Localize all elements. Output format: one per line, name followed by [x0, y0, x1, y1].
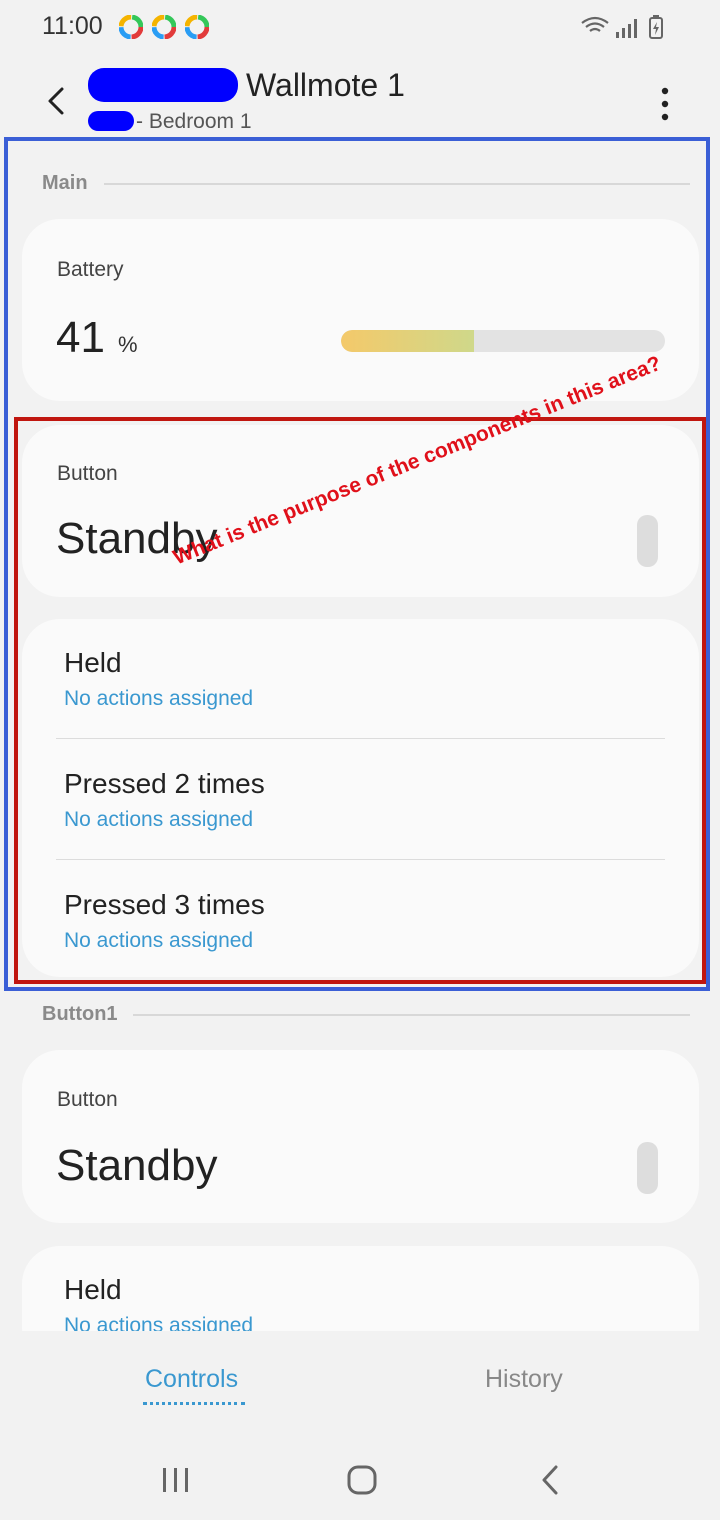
more-options-icon[interactable] — [655, 87, 675, 121]
system-back-icon[interactable] — [538, 1464, 562, 1496]
app-logo-icon — [185, 15, 209, 39]
tab-controls-indicator — [143, 1402, 245, 1405]
device-room: - Bedroom 1 — [136, 110, 252, 133]
device-title: Wallmote 1 — [246, 67, 405, 103]
section-label-button1: Button1 — [42, 1003, 118, 1025]
signal-icon — [616, 19, 637, 38]
recent-apps-icon[interactable] — [161, 1466, 191, 1494]
annotation-red-box — [14, 417, 706, 984]
button1-action-held-title[interactable]: Held — [64, 1274, 122, 1306]
button1-state-indicator[interactable] — [637, 1142, 658, 1194]
tab-controls[interactable]: Controls — [145, 1365, 238, 1394]
back-arrow-icon[interactable] — [42, 86, 72, 116]
battery-icon — [649, 15, 663, 39]
redacted-location — [88, 111, 134, 131]
status-time: 11:00 — [42, 12, 103, 40]
button1-label: Button — [57, 1088, 118, 1111]
button1-status-card[interactable] — [22, 1050, 699, 1223]
tab-history[interactable]: History — [485, 1365, 563, 1394]
wifi-icon — [581, 16, 609, 32]
bottom-tab-bar — [0, 1331, 720, 1431]
redacted-name — [88, 68, 238, 102]
app-logo-icon — [152, 15, 176, 39]
home-icon[interactable] — [346, 1464, 378, 1496]
section-divider — [133, 1014, 690, 1016]
status-icons — [580, 14, 680, 45]
button1-state: Standby — [56, 1141, 218, 1190]
app-logo-icon — [119, 15, 143, 39]
